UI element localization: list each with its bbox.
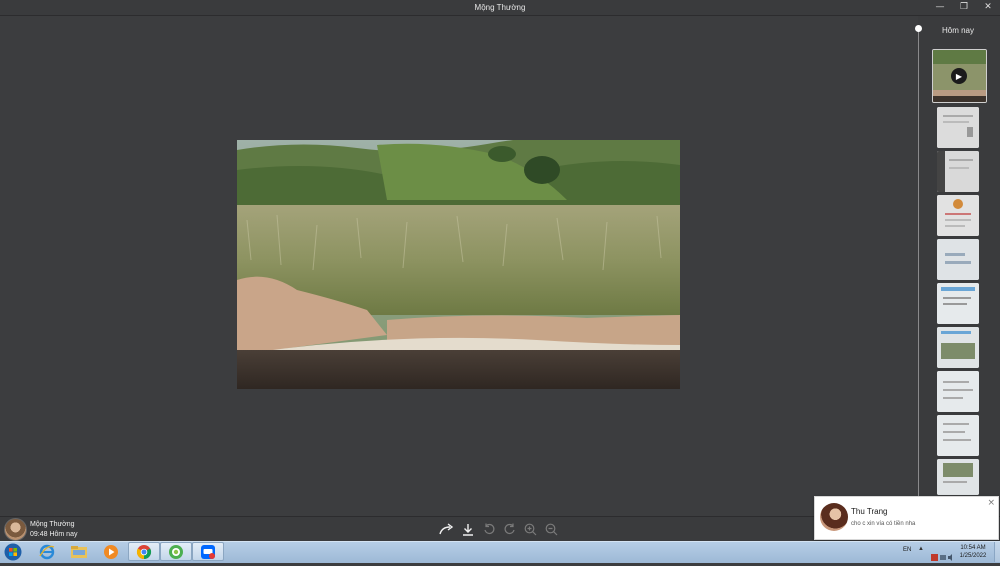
zoom-out-icon — [545, 523, 558, 535]
message-notification[interactable]: Thu Trang cho c xin vía có tiền nha × — [814, 496, 999, 540]
taskbar-app-file-explorer[interactable] — [64, 542, 94, 561]
document-icon — [937, 151, 979, 192]
download-button[interactable] — [459, 520, 476, 538]
internet-explorer-icon — [39, 544, 55, 559]
rotate-left-button[interactable] — [480, 520, 497, 538]
chrome-icon — [136, 544, 152, 559]
green-app-icon — [169, 544, 183, 559]
share-button[interactable] — [438, 520, 455, 538]
taskbar-app-green[interactable] — [160, 542, 192, 561]
screenshot-icon — [937, 283, 979, 324]
notification-close-button[interactable]: × — [987, 498, 995, 508]
screenshot-icon — [937, 327, 979, 368]
close-button[interactable]: ✕ — [976, 0, 1000, 15]
notification-avatar — [820, 503, 848, 531]
window-controls: — ❐ ✕ — [928, 0, 1000, 15]
media-player-icon — [104, 544, 118, 559]
folder-icon — [71, 545, 87, 558]
sent-time: 09:48 Hôm nay — [30, 531, 78, 538]
taskbar-app-internet-explorer[interactable] — [32, 542, 62, 561]
thumbnail-screenshot[interactable] — [937, 239, 979, 280]
video-frame[interactable] — [237, 140, 680, 389]
sender-name: Mộng Thường — [30, 521, 75, 528]
document-icon — [937, 107, 979, 148]
minimize-button[interactable]: — — [928, 0, 952, 15]
thumbnail-screenshot[interactable] — [937, 415, 979, 456]
windows-logo-icon — [4, 543, 22, 560]
thumbnail-screenshot[interactable] — [937, 459, 979, 495]
zalo-icon — [201, 544, 215, 559]
show-desktop-button[interactable] — [994, 542, 1000, 562]
notification-sender: Thu Trang — [851, 507, 888, 516]
screenshot-icon — [937, 415, 979, 456]
notification-message: cho c xin vía có tiền nha — [851, 521, 916, 527]
taskbar-app-chrome[interactable] — [128, 542, 160, 561]
start-button[interactable] — [2, 542, 24, 561]
rotate-left-icon — [483, 523, 494, 534]
tray-app-icon[interactable] — [931, 548, 938, 561]
screenshot-icon — [937, 371, 979, 412]
rotate-right-icon — [504, 523, 515, 534]
title-bar: Mộng Thường — ❐ ✕ — [0, 0, 1000, 16]
play-icon[interactable]: ▶ — [951, 68, 967, 84]
language-indicator[interactable]: EN — [903, 547, 911, 553]
date-group-label: Hôm nay — [941, 26, 974, 35]
thumbnail-screenshot[interactable] — [937, 371, 979, 412]
screenshot-icon — [937, 239, 979, 280]
zoom-out-button[interactable] — [543, 520, 560, 538]
thumbnail-document[interactable] — [937, 107, 979, 148]
restore-button[interactable]: ❐ — [952, 0, 976, 15]
screenshot-icon — [937, 459, 979, 495]
clock-time: 10:54 AM — [960, 545, 986, 551]
taskbar-app-media-player[interactable] — [96, 542, 126, 561]
download-icon — [462, 523, 473, 536]
timeline-dot — [915, 25, 922, 32]
sender-avatar — [4, 518, 27, 541]
taskbar-app-zalo[interactable] — [192, 542, 224, 561]
clock-date: 1/25/2022 — [959, 553, 987, 559]
rotate-right-button[interactable] — [501, 520, 518, 538]
share-icon — [438, 523, 453, 535]
thumbnail-screenshot[interactable] — [937, 283, 979, 324]
zoom-in-icon — [524, 523, 537, 535]
thumbnail-video-selected[interactable]: ▶ — [932, 49, 987, 103]
thumbnail-screenshot[interactable] — [937, 327, 979, 368]
tray-expand-icon[interactable]: ▲ — [918, 546, 924, 552]
thumbnail-document[interactable] — [937, 151, 979, 192]
timeline-line — [918, 28, 919, 498]
system-clock[interactable]: 10:54 AM 1/25/2022 — [954, 544, 992, 560]
document-icon — [937, 195, 979, 236]
viewer-toolbar — [438, 520, 560, 538]
network-icon[interactable] — [940, 548, 947, 560]
window-title: Mộng Thường — [474, 3, 526, 12]
thumbnail-document[interactable] — [937, 195, 979, 236]
zoom-in-button[interactable] — [522, 520, 539, 538]
landscape-image — [237, 140, 680, 389]
